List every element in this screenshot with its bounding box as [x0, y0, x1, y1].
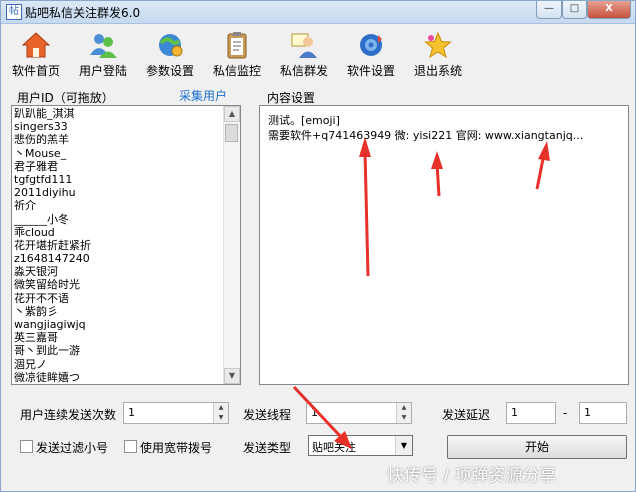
- annotation-arrow: [363, 150, 370, 277]
- app-window: 帖 贴吧私信关注群发6.0 — □ X 软件首页 用户登陆 参数设置 私信监控 …: [0, 0, 636, 492]
- annotation-arrow: [292, 385, 344, 440]
- annotation-arrows: [292, 137, 550, 449]
- annotation-arrowhead: [538, 141, 550, 161]
- annotation-arrowhead: [431, 151, 443, 169]
- annotation-arrowhead: [359, 137, 371, 157]
- watermark: 快传号 / 项弹资源分享: [387, 466, 557, 486]
